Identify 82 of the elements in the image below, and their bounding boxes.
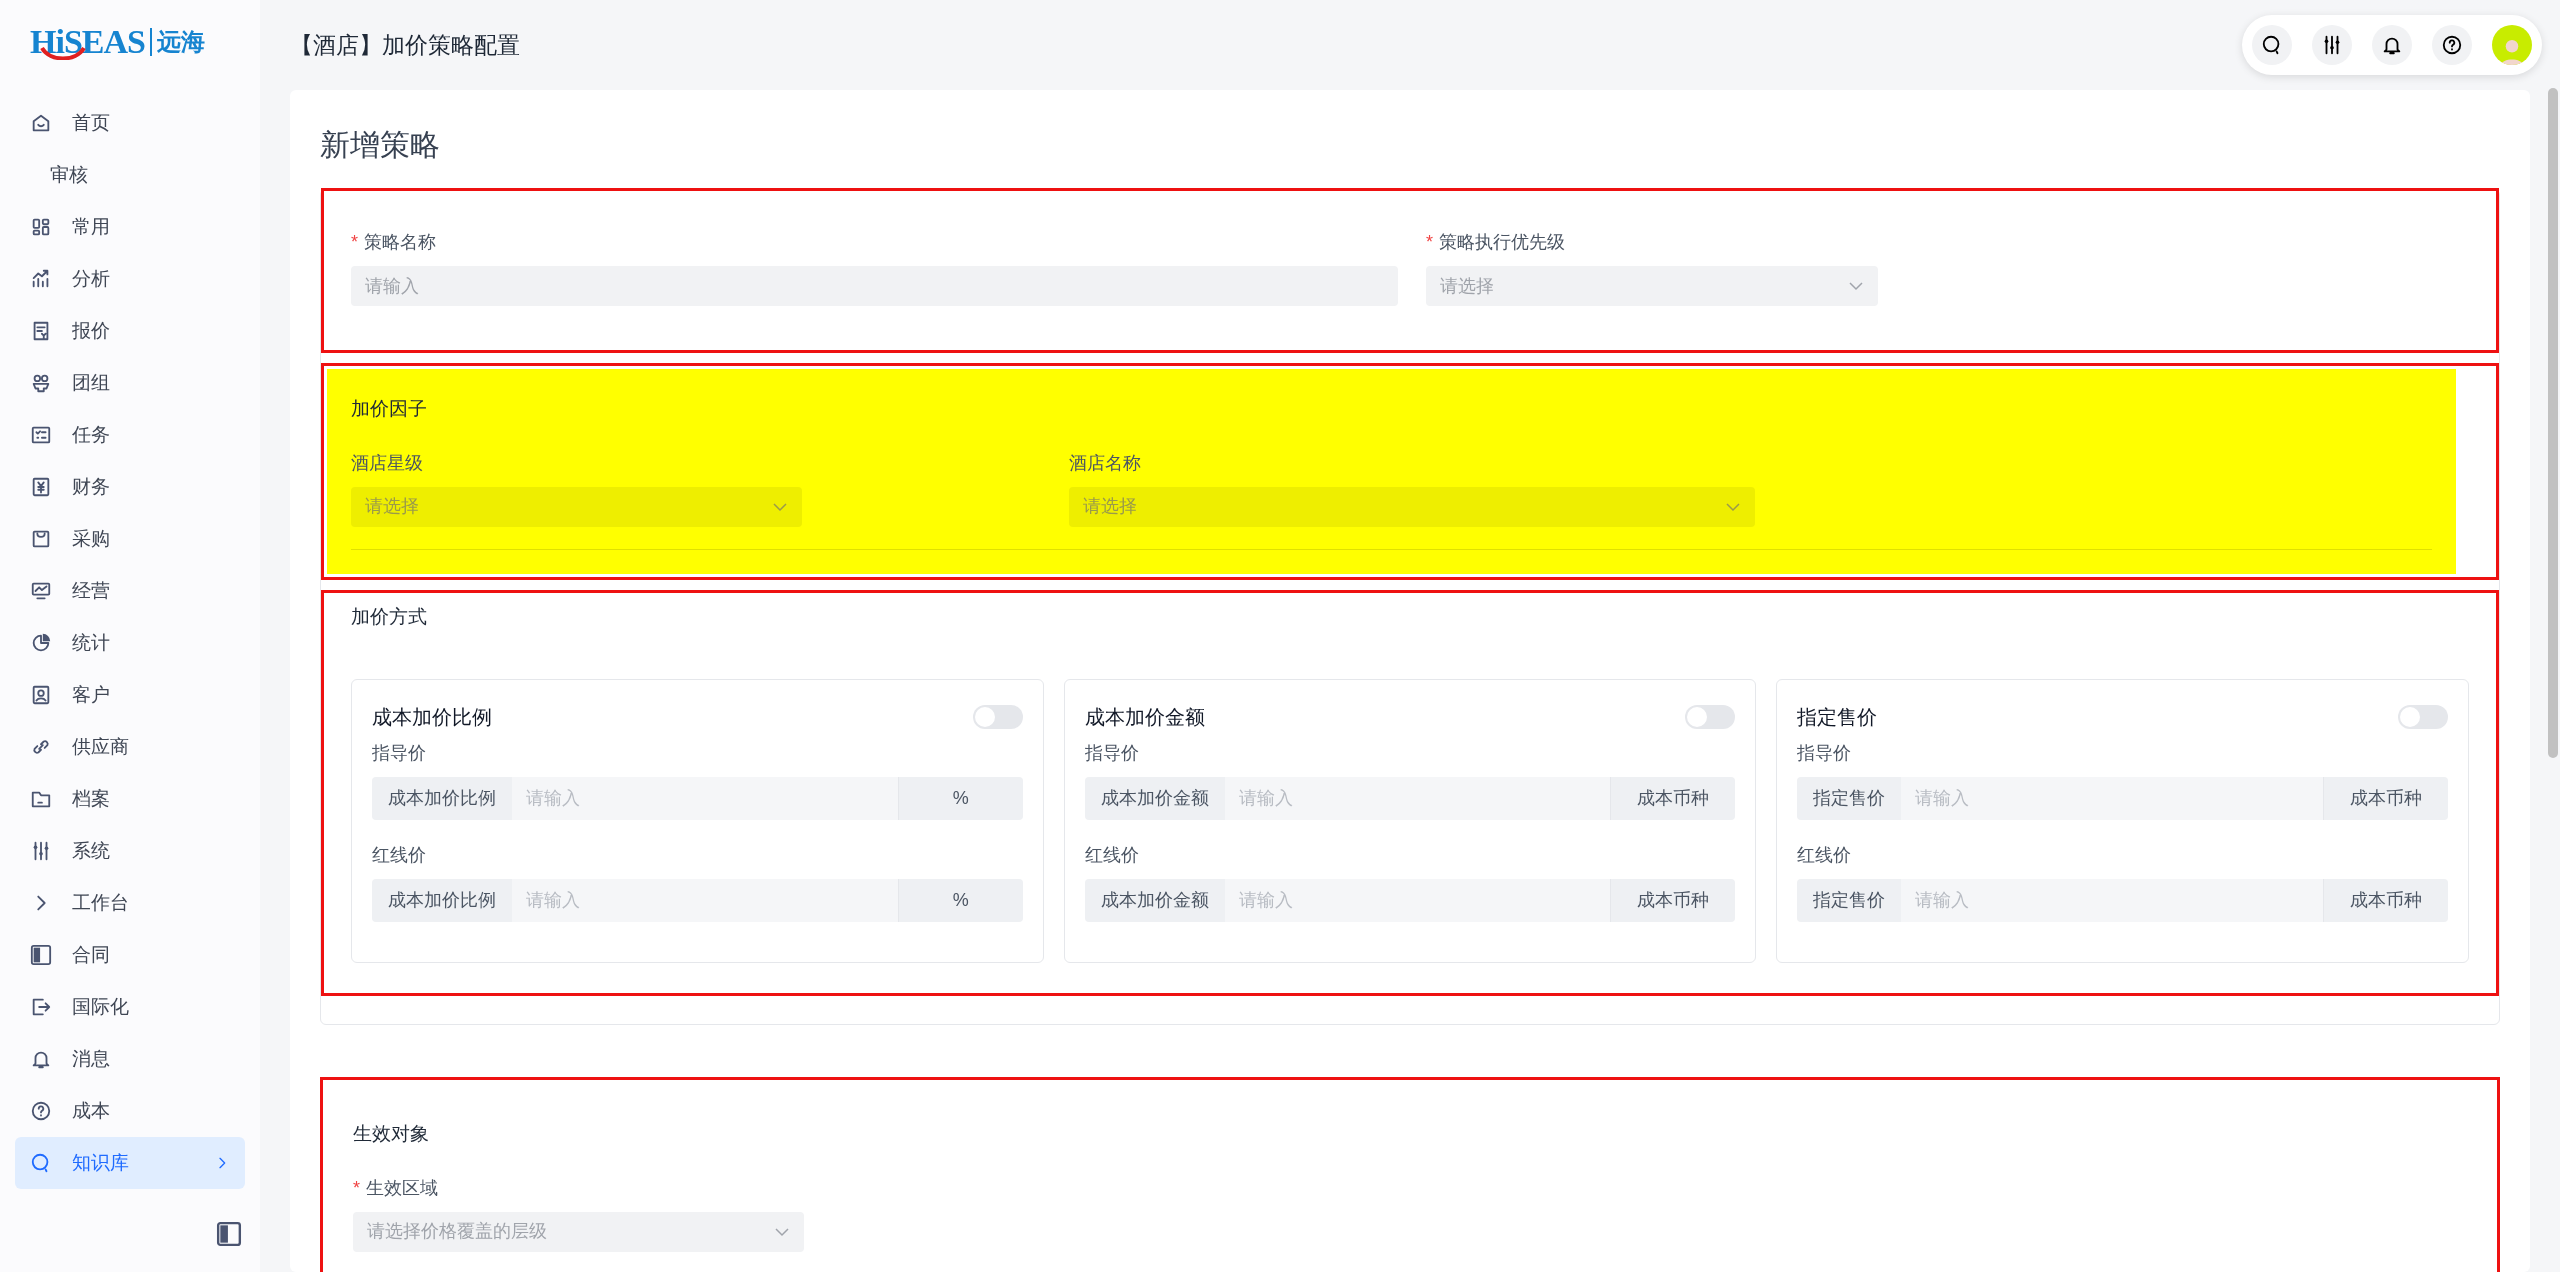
required-mark: *: [351, 231, 358, 254]
form-title: 新增策略: [320, 127, 441, 163]
grid-icon: [30, 216, 52, 238]
sidebar-item[interactable]: 成本: [15, 1085, 245, 1137]
pie-chart-icon: [30, 632, 52, 654]
contact-card-icon: [30, 684, 52, 706]
help-icon: [2441, 34, 2463, 56]
toggle-switch[interactable]: [1685, 705, 1736, 729]
sidebar-item[interactable]: 合同: [15, 929, 245, 981]
settings-button[interactable]: [2312, 25, 2352, 65]
input-suffix: %: [897, 777, 1023, 820]
sidebar-item[interactable]: 经营: [15, 565, 245, 617]
monitor-icon: [30, 580, 52, 602]
sidebar-item[interactable]: 统计: [15, 617, 245, 669]
sidebar-item[interactable]: 首页: [15, 97, 245, 149]
exit-icon: [30, 996, 52, 1018]
collapse-sidebar-icon[interactable]: [216, 1221, 242, 1247]
sidebar-item[interactable]: 档案: [15, 773, 245, 825]
yen-icon: [30, 476, 52, 498]
input-suffix: 成本币种: [1610, 879, 1736, 922]
sidebar-item[interactable]: 采购: [15, 513, 245, 565]
input-suffix: %: [897, 879, 1023, 922]
page-title: 【酒店】加价策略配置: [290, 30, 520, 60]
required-mark: *: [353, 1176, 360, 1200]
field-label: 策略执行优先级: [1439, 231, 1565, 254]
input-prefix: 成本加价金额: [1084, 879, 1225, 922]
field-label: 酒店名称: [1069, 451, 1142, 475]
sidebar-item[interactable]: 消息: [15, 1033, 245, 1085]
notifications-button[interactable]: [2372, 25, 2412, 65]
field-label: 指导价: [372, 742, 427, 765]
section-title: 加价因子: [351, 397, 428, 421]
sidebar-item[interactable]: 任务: [15, 409, 245, 461]
card-title: 成本加价比例: [372, 705, 492, 730]
bag-icon: [30, 528, 52, 550]
field-label: 指导价: [1084, 742, 1140, 765]
sidebar-item[interactable]: 报价: [15, 305, 245, 357]
input-suffix: 成本币种: [2323, 777, 2448, 820]
sidebar-item[interactable]: 常用: [15, 201, 245, 253]
sidebar-item[interactable]: 审核: [15, 149, 245, 201]
chevron-down-icon: [774, 1226, 790, 1237]
input-prefix: 成本加价金额: [1084, 777, 1225, 820]
toggle-switch[interactable]: [2398, 705, 2448, 729]
field-label: 指导价: [1797, 742, 1853, 765]
input-prefix: 指定售价: [1797, 777, 1902, 820]
field-label: 红线价: [1797, 844, 1853, 867]
sidebar-item[interactable]: 财务: [15, 461, 245, 513]
field-label: 生效区域: [366, 1176, 438, 1200]
sidebar-item[interactable]: 供应商: [15, 721, 245, 773]
search-button[interactable]: [2252, 25, 2292, 65]
sidebar-item[interactable]: 客户: [15, 669, 245, 721]
sidebar-item[interactable]: 系统: [15, 825, 245, 877]
input-prefix: 成本加价比例: [372, 879, 512, 922]
people-icon: [30, 372, 52, 394]
checklist-icon: [30, 424, 52, 446]
chevron-down-icon: [1848, 281, 1864, 291]
field-label: 红线价: [1084, 844, 1140, 867]
input-suffix: 成本币种: [2323, 879, 2448, 922]
sidebar-item[interactable]: 知识库: [15, 1137, 245, 1189]
sidebar-item[interactable]: 分析: [15, 253, 245, 305]
scrollbar-thumb[interactable]: [2548, 88, 2558, 758]
field-label: 酒店星级: [351, 451, 424, 475]
toggle-switch[interactable]: [972, 705, 1023, 729]
sidebar-item[interactable]: 国际化: [15, 981, 245, 1033]
home-icon: [30, 112, 52, 134]
help-button[interactable]: [2432, 25, 2472, 65]
help-icon: [30, 1100, 52, 1122]
sidebar-item[interactable]: 团组: [15, 357, 245, 409]
required-mark: *: [1426, 231, 1433, 254]
card-title: 成本加价金额: [1084, 705, 1205, 730]
input-prefix: 成本加价比例: [372, 777, 512, 820]
chevron-down-icon: [1725, 501, 1741, 512]
logo[interactable]: HiSEAS 远海: [30, 16, 260, 67]
section-title: 生效对象: [353, 1122, 430, 1146]
input-suffix: 成本币种: [1610, 777, 1736, 820]
chevron-down-icon: [772, 501, 788, 512]
sidebar-item[interactable]: 工作台: [15, 877, 245, 929]
input-prefix: 指定售价: [1797, 879, 1902, 922]
field-label: 红线价: [372, 844, 427, 867]
field-label: 策略名称: [364, 231, 436, 254]
section-title: 加价方式: [351, 604, 428, 629]
panel-icon: [30, 944, 52, 966]
card-title: 指定售价: [1797, 705, 1878, 730]
